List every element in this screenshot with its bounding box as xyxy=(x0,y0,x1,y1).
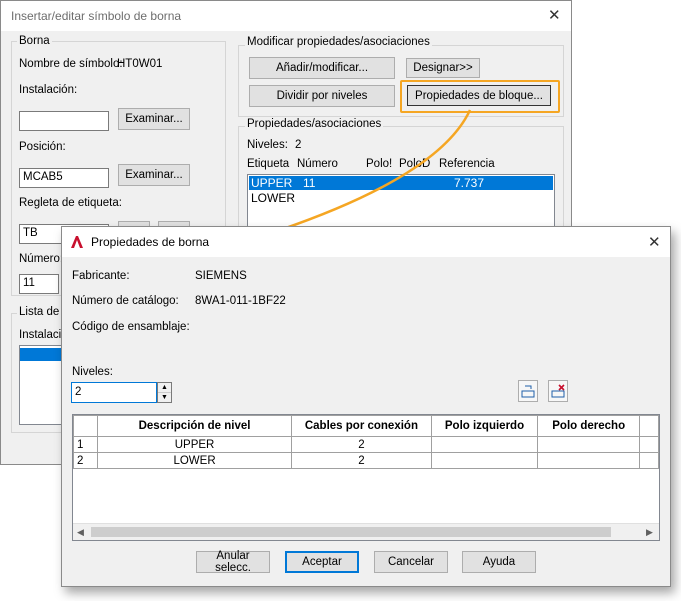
cell-extra xyxy=(639,452,659,469)
insert-row-button[interactable] xyxy=(518,380,538,402)
levels-table: Descripción de nivel Cables por conexión… xyxy=(73,415,659,469)
header-wires-per-connection[interactable]: Cables por conexión xyxy=(291,415,432,437)
spinner-buttons[interactable]: ▲ ▼ xyxy=(157,382,172,403)
row-index: 2 xyxy=(73,452,98,469)
help-button[interactable]: Ayuda xyxy=(462,551,536,573)
header-level-description[interactable]: Descripción de nivel xyxy=(96,415,293,437)
cell-description[interactable]: LOWER xyxy=(96,452,293,469)
manufacturer-label: Fabricante: xyxy=(72,270,130,282)
accept-button[interactable]: Aceptar xyxy=(285,551,359,573)
cell-right-pole[interactable] xyxy=(537,452,641,469)
row-index: 1 xyxy=(73,436,98,453)
front-close-icon[interactable]: ✕ xyxy=(648,235,661,250)
levels-spinner-input[interactable]: 2 xyxy=(71,382,157,403)
cell-extra xyxy=(639,436,659,453)
clear-selection-button[interactable]: Anular selecc. xyxy=(196,550,270,574)
catalog-label: Número de catálogo: xyxy=(72,295,179,307)
terminal-properties-dialog: Propiedades de borna ✕ Fabricante: SIEME… xyxy=(61,226,671,587)
cell-right-pole[interactable] xyxy=(537,436,641,453)
scroll-thumb[interactable] xyxy=(91,527,611,537)
spinner-up-icon[interactable]: ▲ xyxy=(158,383,171,393)
front-levels-label: Niveles: xyxy=(72,366,113,378)
cell-left-pole[interactable] xyxy=(430,452,539,469)
table-header-row: Descripción de nivel Cables por conexión… xyxy=(73,415,659,437)
front-title-bar: Propiedades de borna ✕ xyxy=(62,227,670,257)
front-dialog-title: Propiedades de borna xyxy=(91,235,210,249)
cell-left-pole[interactable] xyxy=(430,436,539,453)
insert-row-icon xyxy=(521,385,535,398)
cell-description[interactable]: UPPER xyxy=(96,436,293,453)
scroll-left-icon[interactable]: ◀ xyxy=(77,527,84,538)
header-rowindex xyxy=(73,415,98,437)
manufacturer-value: SIEMENS xyxy=(195,270,247,282)
cell-wires[interactable]: 2 xyxy=(291,436,432,453)
autocad-logo-icon xyxy=(71,236,83,248)
delete-row-button[interactable] xyxy=(548,380,568,402)
cancel-button[interactable]: Cancelar xyxy=(374,551,448,573)
header-right-pole[interactable]: Polo derecho xyxy=(537,415,641,437)
scroll-right-icon[interactable]: ▶ xyxy=(646,527,653,538)
cell-wires[interactable]: 2 xyxy=(291,452,432,469)
table-row[interactable]: 1 UPPER 2 xyxy=(73,436,659,453)
header-extra xyxy=(639,415,659,437)
horizontal-scrollbar[interactable]: ◀ ▶ xyxy=(73,523,659,540)
table-row[interactable]: 2 LOWER 2 xyxy=(73,452,659,469)
spinner-down-icon[interactable]: ▼ xyxy=(158,393,171,402)
assembly-label: Código de ensamblaje: xyxy=(72,321,190,333)
catalog-value: 8WA1-011-1BF22 xyxy=(195,295,286,307)
levels-grid[interactable]: Descripción de nivel Cables por conexión… xyxy=(72,414,660,541)
delete-row-icon xyxy=(551,384,565,398)
header-left-pole[interactable]: Polo izquierdo xyxy=(430,415,539,437)
